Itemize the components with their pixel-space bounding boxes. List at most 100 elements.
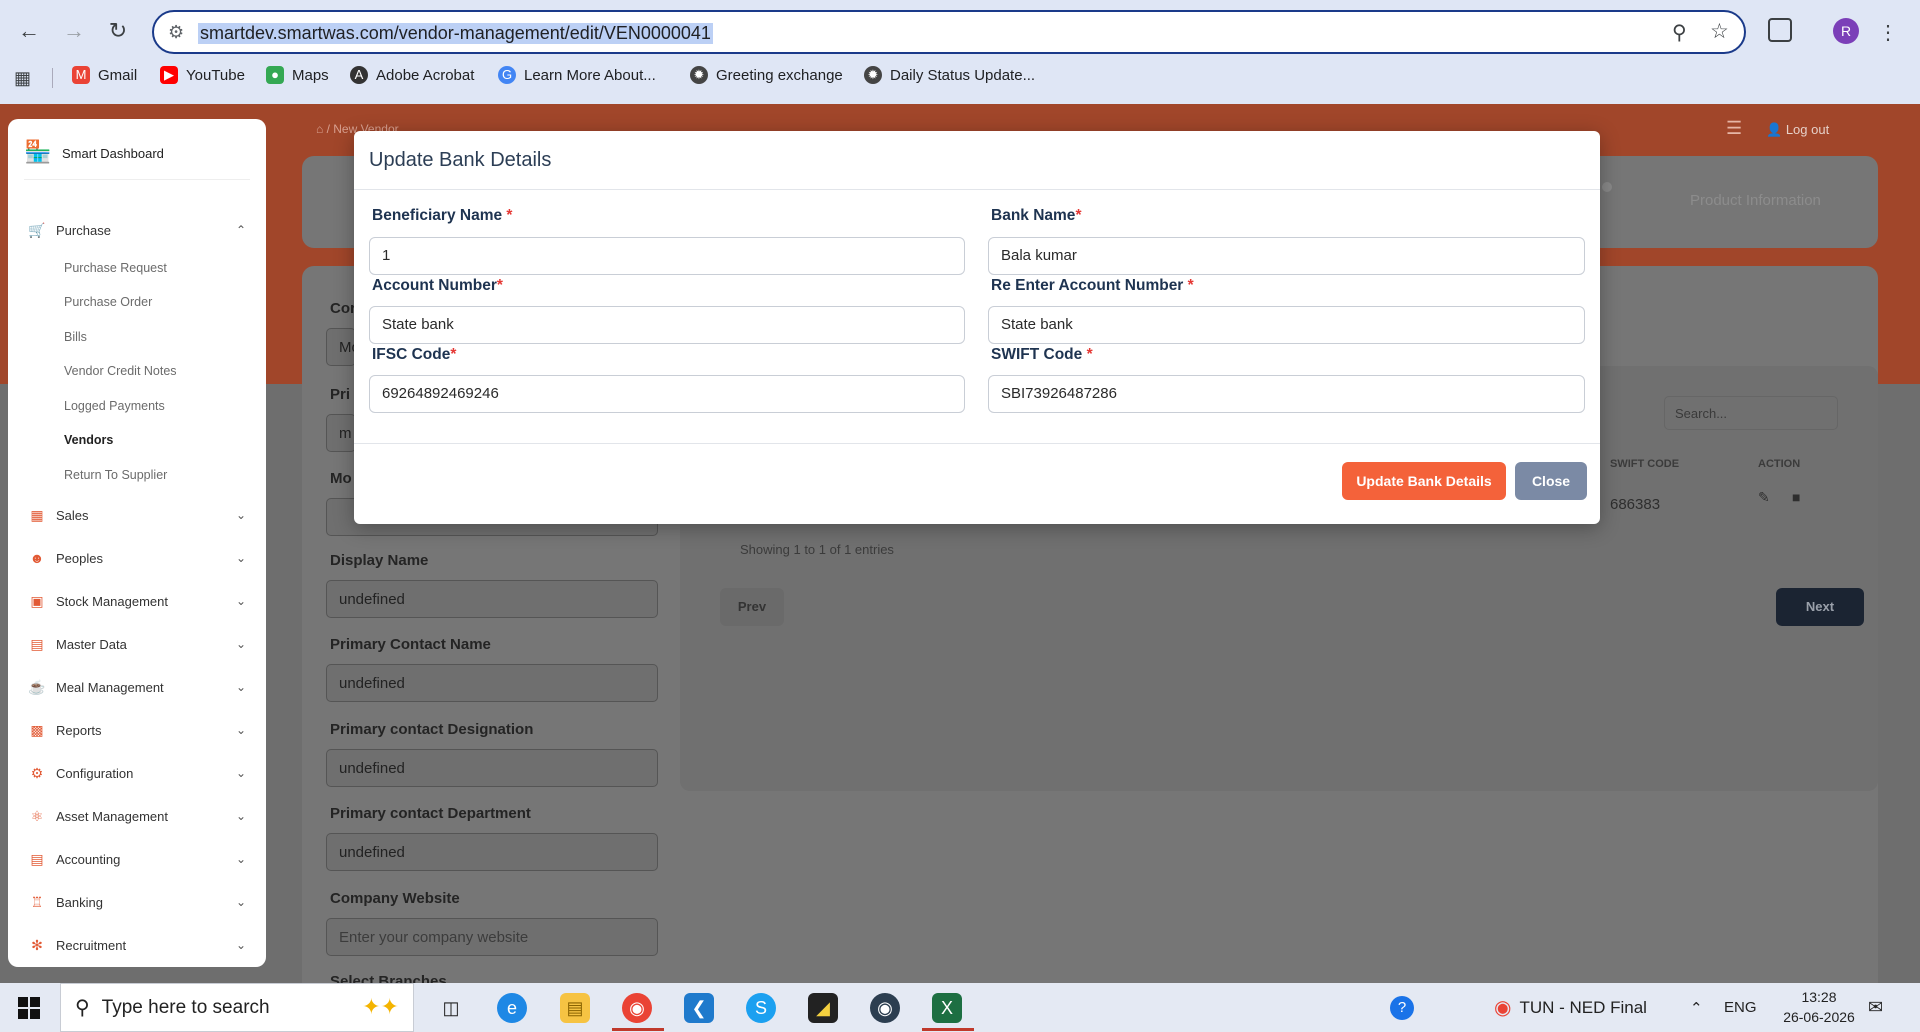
tray-chevron-up-icon[interactable]: ⌃ <box>1690 983 1703 1032</box>
sparkle-icon: ✦✦ <box>362 994 399 1019</box>
partial-label: Mo <box>330 470 352 487</box>
chart-icon: ▩ <box>30 722 44 738</box>
close-button[interactable]: Close <box>1515 462 1587 500</box>
reenter-account-label: Re Enter Account Number * <box>991 277 1194 294</box>
swift-label: SWIFT Code * <box>991 346 1093 363</box>
sidebar-item-asset[interactable]: ⚛ Asset Management ⌄ <box>28 807 254 825</box>
extensions-icon[interactable] <box>1768 18 1792 42</box>
notifications-icon[interactable]: ✉ <box>1868 997 1883 1018</box>
sidebar-item-meal[interactable]: ☕ Meal Management ⌄ <box>28 678 254 696</box>
sidebar-item-master-data[interactable]: ▤ Master Data ⌄ <box>28 635 254 653</box>
address-bar[interactable]: ⚙ smartdev.smartwas.com/vendor-managemen… <box>152 10 1746 54</box>
help-icon[interactable]: ? <box>1390 996 1414 1020</box>
field-label: Primary contact Department <box>330 805 531 822</box>
sidebar-item-stock[interactable]: ▣ Stock Management ⌄ <box>28 592 254 610</box>
sidebar-item-purchase[interactable]: 🛒 Purchase ⌃ <box>28 221 254 239</box>
chevron-down-icon: ⌄ <box>235 938 246 952</box>
prev-button[interactable]: Prev <box>720 588 784 626</box>
tray-app[interactable]: ◉ TUN - NED Final <box>1494 983 1647 1032</box>
bookmark-maps[interactable]: ● Maps <box>266 66 329 84</box>
sidebar-subitem[interactable]: Logged Payments <box>64 399 165 413</box>
beneficiary-name-input[interactable]: 1 <box>369 237 965 275</box>
profile-avatar[interactable]: R <box>1833 18 1859 44</box>
chevron-down-icon: ⌄ <box>235 551 246 565</box>
ifsc-input[interactable]: 69264892469246 <box>369 375 965 413</box>
swift-input[interactable]: SBI73926487286 <box>988 375 1585 413</box>
sidebar-item-accounting[interactable]: ▤ Accounting ⌄ <box>28 850 254 868</box>
field-label: Select Branches <box>330 973 447 983</box>
bookmark-star-icon[interactable]: ☆ <box>1710 19 1729 44</box>
reload-icon[interactable]: ↻ <box>101 14 135 48</box>
field-label: Primary contact Designation <box>330 721 534 738</box>
bank-name-input[interactable]: Bala kumar <box>988 237 1585 275</box>
asset-icon: ⚛ <box>30 808 44 824</box>
sidebar-item-peoples[interactable]: ☻ Peoples ⌄ <box>28 549 254 567</box>
sticky-notes-icon[interactable]: ◢ <box>808 993 838 1023</box>
cart-icon: 🛒 <box>28 222 46 238</box>
eclipse-icon[interactable]: ◉ <box>870 993 900 1023</box>
partial-label: Pri <box>330 386 351 403</box>
sidebar-item-recruitment[interactable]: ✻ Recruitment ⌄ <box>28 936 254 954</box>
sidebar: 🏪 Smart Dashboard 🛒 Purchase ⌃ Purchase Re… <box>8 119 266 967</box>
forward-icon[interactable]: → <box>57 14 91 48</box>
bookmark-adobe[interactable]: A Adobe Acrobat <box>350 66 474 84</box>
sidebar-subitem[interactable]: Return To Supplier <box>64 468 167 482</box>
ledger-icon: ▤ <box>30 851 44 867</box>
file-explorer-icon[interactable]: ▤ <box>560 993 590 1023</box>
skype-icon[interactable]: S <box>746 993 776 1023</box>
chrome-icon[interactable]: ◉ <box>622 993 652 1023</box>
contact-designation-input[interactable]: undefined <box>326 749 658 787</box>
vscode-icon[interactable]: ❮ <box>684 993 714 1023</box>
bookmark-greeting[interactable]: ✹ Greeting exchange <box>690 66 843 84</box>
bookmark-youtube[interactable]: ▶ YouTube <box>160 66 245 84</box>
next-button[interactable]: Next <box>1776 588 1864 626</box>
edge-icon[interactable]: e <box>497 993 527 1023</box>
youtube-icon: ▶ <box>160 66 178 84</box>
url-text[interactable]: smartdev.smartwas.com/vendor-management/… <box>198 23 713 44</box>
menu-kebab-icon[interactable]: ⋮ <box>1878 20 1898 45</box>
edit-user-icon[interactable]: ✎ <box>1758 489 1770 506</box>
brand[interactable]: 🏪 Smart Dashboard <box>24 139 164 167</box>
contact-name-input[interactable]: undefined <box>326 664 658 702</box>
back-icon[interactable]: ← <box>12 14 46 48</box>
contact-department-input[interactable]: undefined <box>326 833 658 871</box>
modal-title: Update Bank Details <box>369 149 552 171</box>
bookmark-daily-status[interactable]: ✹ Daily Status Update... <box>864 66 1035 84</box>
apps-grid-icon[interactable]: ▦ <box>14 68 31 89</box>
excel-icon[interactable]: X <box>932 993 962 1023</box>
reenter-account-input[interactable]: State bank <box>988 306 1585 344</box>
account-number-input[interactable]: State bank <box>369 306 965 344</box>
sidebar-item-banking[interactable]: ♖ Banking ⌄ <box>28 893 254 911</box>
sales-icon: ▦ <box>30 507 44 523</box>
bookmark-learn-more[interactable]: G Learn More About... <box>498 66 656 84</box>
partial-input[interactable]: m <box>326 414 356 452</box>
site-info-icon[interactable]: ⚙ <box>168 22 184 43</box>
taskbar-search[interactable]: ⚲ Type here to search ✦✦ <box>60 983 414 1032</box>
logout-link[interactable]: 👤 Log out <box>1766 122 1829 138</box>
sidebar-subitem[interactable]: Bills <box>64 330 87 344</box>
partial-input[interactable]: Mo <box>326 328 360 366</box>
table-info: Showing 1 to 1 of 1 entries <box>740 542 894 557</box>
ifsc-label: IFSC Code* <box>372 346 457 363</box>
display-name-input[interactable]: undefined <box>326 580 658 618</box>
trash-icon[interactable]: ■ <box>1792 489 1800 505</box>
language-indicator[interactable]: ENG <box>1724 983 1757 1032</box>
task-view-icon[interactable]: ◫ <box>436 993 466 1023</box>
sidebar-item-configuration[interactable]: ⚙ Configuration ⌄ <box>28 764 254 782</box>
zoom-icon[interactable]: ⚲ <box>1672 20 1687 45</box>
bookmark-gmail[interactable]: M Gmail <box>72 66 137 84</box>
sidebar-subitem[interactable]: Vendor Credit Notes <box>64 364 177 378</box>
sidebar-subitem[interactable]: Purchase Order <box>64 295 152 309</box>
clock[interactable]: 13:28 26-06-2026 <box>1774 987 1864 1027</box>
company-website-input[interactable]: Enter your company website <box>326 918 658 956</box>
hamburger-icon[interactable]: ☰ <box>1726 118 1742 139</box>
table-search-input[interactable]: Search... <box>1664 396 1838 430</box>
update-bank-details-button[interactable]: Update Bank Details <box>1342 462 1506 500</box>
chevron-down-icon: ⌄ <box>235 766 246 780</box>
windows-start-icon[interactable] <box>18 997 40 1019</box>
sidebar-subitem[interactable]: Purchase Request <box>64 261 167 275</box>
sidebar-subitem-active[interactable]: Vendors <box>64 433 113 447</box>
sidebar-item-reports[interactable]: ▩ Reports ⌄ <box>28 721 254 739</box>
sidebar-item-sales[interactable]: ▦ Sales ⌄ <box>28 506 254 524</box>
maps-icon: ● <box>266 66 284 84</box>
